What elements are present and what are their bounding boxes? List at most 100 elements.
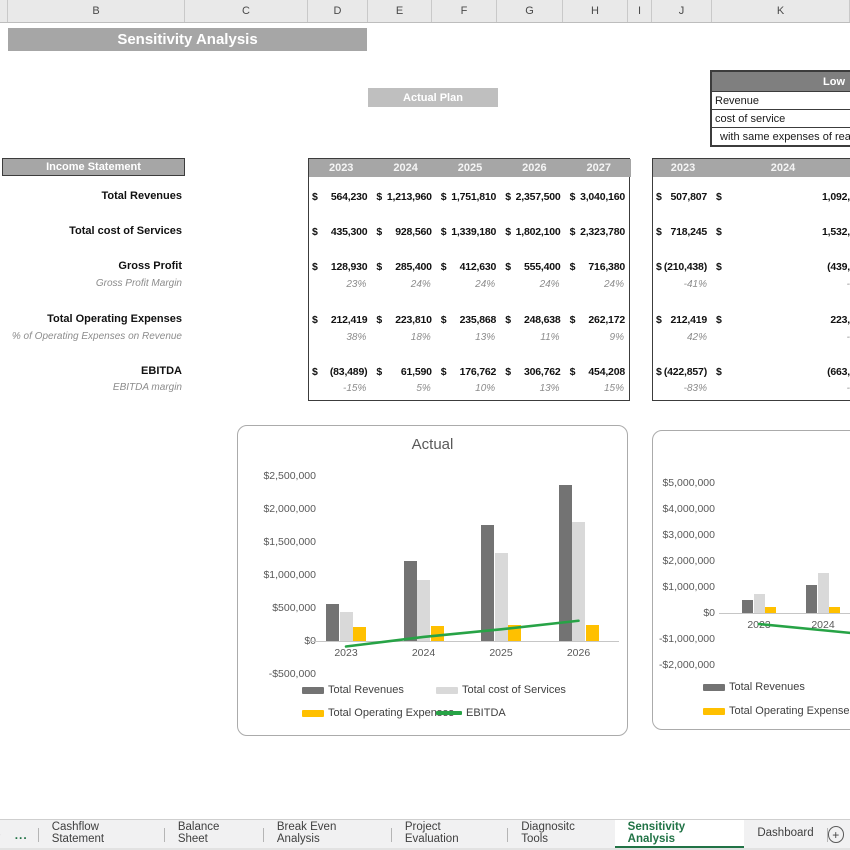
income-statement-row-label[interactable]: EBITDA: [0, 365, 182, 377]
tab-dashboard[interactable]: Dashboard: [744, 820, 826, 849]
income-statement-header[interactable]: Income Statement: [2, 158, 185, 176]
actual-margin-cell[interactable]: 11%: [502, 332, 559, 343]
low-margin-cell[interactable]: -: [713, 279, 850, 290]
actual-margin-cell[interactable]: 13%: [502, 383, 559, 394]
actual-margin-cell[interactable]: 38%: [309, 332, 366, 343]
actual-cell[interactable]: $716,380: [570, 261, 625, 273]
actual-cell[interactable]: $564,230: [312, 191, 367, 203]
column-header-H[interactable]: H: [563, 0, 628, 22]
actual-cell[interactable]: $1,751,810: [441, 191, 496, 203]
tab-balance-sheet[interactable]: Balance Sheet: [165, 820, 263, 849]
low-cell[interactable]: $223,: [716, 314, 850, 326]
actual-cell[interactable]: $61,590: [376, 366, 431, 378]
income-statement-row-label[interactable]: Total cost of Services: [0, 225, 182, 237]
column-header-F[interactable]: F: [432, 0, 497, 22]
actual-margin-cell[interactable]: 24%: [567, 279, 624, 290]
actual-cell[interactable]: $1,339,180: [441, 226, 496, 238]
column-header-D[interactable]: D: [308, 0, 368, 22]
low-cell[interactable]: $(663,: [716, 366, 850, 378]
actual-cell[interactable]: $128,930: [312, 261, 367, 273]
low-cell[interactable]: $1,532,: [716, 226, 850, 238]
cell-value: 1,532,: [822, 226, 850, 238]
column-header-sliver[interactable]: [0, 0, 8, 22]
tab-cashflow-statement[interactable]: Cashflow Statement: [39, 820, 164, 849]
actual-chart[interactable]: Actual$2,500,000$2,000,000$1,500,000$1,0…: [237, 425, 628, 736]
page-title[interactable]: Sensitivity Analysis: [8, 28, 367, 51]
actual-cell[interactable]: $1,802,100: [505, 226, 560, 238]
actual-margin-cell[interactable]: 24%: [373, 279, 430, 290]
income-statement-row-label[interactable]: EBITDA margin: [0, 382, 182, 393]
actual-margin-cell[interactable]: 23%: [309, 279, 366, 290]
actual-table[interactable]: 20232024202520262027$564,230$1,213,960$1…: [308, 158, 630, 401]
actual-cell[interactable]: $3,040,160: [570, 191, 625, 203]
add-sheet-button[interactable]: +: [828, 826, 844, 843]
actual-cell[interactable]: $248,638: [505, 314, 560, 326]
income-statement-row-label[interactable]: Gross Profit: [0, 260, 182, 272]
actual-cell[interactable]: $262,172: [570, 314, 625, 326]
actual-cell[interactable]: $2,323,780: [570, 226, 625, 238]
income-statement-row-label[interactable]: Gross Profit Margin: [0, 278, 182, 289]
actual-cell[interactable]: $412,630: [441, 261, 496, 273]
actual-cell[interactable]: $223,810: [376, 314, 431, 326]
actual-cell[interactable]: $1,213,960: [376, 191, 431, 203]
low-cell[interactable]: $1,092,: [716, 191, 850, 203]
actual-cell[interactable]: $2,357,500: [505, 191, 560, 203]
actual-cell[interactable]: $235,868: [441, 314, 496, 326]
low-margin-cell[interactable]: -: [713, 332, 850, 343]
actual-margin-cell[interactable]: 24%: [438, 279, 495, 290]
column-header-B[interactable]: B: [8, 0, 185, 22]
actual-cell[interactable]: $212,419: [312, 314, 367, 326]
actual-margin-cell[interactable]: 24%: [502, 279, 559, 290]
low-chart[interactable]: $5,000,000$4,000,000$3,000,000$2,000,000…: [652, 430, 850, 730]
actual-margin-cell[interactable]: 10%: [438, 383, 495, 394]
low-cell[interactable]: $507,807: [656, 191, 707, 203]
actual-margin-cell[interactable]: 13%: [438, 332, 495, 343]
actual-margin-cell[interactable]: 18%: [373, 332, 430, 343]
low-legend-item: Total Operating Expenses: [703, 705, 850, 717]
actual-plan-label[interactable]: Actual Plan: [368, 88, 498, 107]
column-header-E[interactable]: E: [368, 0, 432, 22]
actual-margin-cell[interactable]: 9%: [567, 332, 624, 343]
actual-cell[interactable]: $454,208: [570, 366, 625, 378]
actual-margin-cell[interactable]: 5%: [373, 383, 430, 394]
income-statement-row-label[interactable]: Total Revenues: [0, 190, 182, 202]
actual-cell[interactable]: $306,762: [505, 366, 560, 378]
actual-margin-cell[interactable]: 15%: [567, 383, 624, 394]
scenario-row[interactable]: cost of service: [712, 109, 850, 127]
scenario-row[interactable]: Revenue: [712, 91, 850, 109]
actual-cell[interactable]: $176,762: [441, 366, 496, 378]
actual-cell[interactable]: $(83,489): [312, 366, 367, 378]
tab-break-even-analysis[interactable]: Break Even Analysis: [264, 820, 391, 849]
column-header-C[interactable]: C: [185, 0, 308, 22]
column-header-I[interactable]: I: [628, 0, 652, 22]
low-cell[interactable]: $(422,857): [656, 366, 707, 378]
scenario-box[interactable]: Low Revenuecost of servicewith same expe…: [710, 70, 850, 147]
tab-overflow-button[interactable]: ...: [5, 820, 38, 849]
cell-value: (422,857): [664, 366, 707, 378]
actual-margin-cell[interactable]: -15%: [309, 383, 366, 394]
column-header-J[interactable]: J: [652, 0, 712, 22]
low-cell[interactable]: $718,245: [656, 226, 707, 238]
actual-cell[interactable]: $285,400: [376, 261, 431, 273]
actual-cell[interactable]: $928,560: [376, 226, 431, 238]
tab-diagnositc-tools[interactable]: Diagnositc Tools: [508, 820, 614, 849]
low-cell[interactable]: $212,419: [656, 314, 707, 326]
low-cell[interactable]: $(439,: [716, 261, 850, 273]
income-statement-row-label[interactable]: % of Operating Expenses on Revenue: [0, 331, 182, 342]
actual-year-header: 2025: [438, 159, 502, 177]
actual-cell[interactable]: $555,400: [505, 261, 560, 273]
low-cell[interactable]: $(210,438): [656, 261, 707, 273]
low-margin-cell[interactable]: -83%: [653, 383, 707, 394]
low-table[interactable]: 20232024$507,807$1,092,$718,245$1,532,$(…: [652, 158, 850, 401]
tab-project-evaluation[interactable]: Project Evaluation: [392, 820, 507, 849]
actual-cell[interactable]: $435,300: [312, 226, 367, 238]
column-header-G[interactable]: G: [497, 0, 563, 22]
scenario-row[interactable]: with same expenses of real p: [712, 127, 850, 145]
column-header-K[interactable]: K: [712, 0, 850, 22]
income-statement-row-label[interactable]: Total Operating Expenses: [0, 313, 182, 325]
low-margin-cell[interactable]: -: [713, 383, 850, 394]
cell-value: (83,489): [330, 366, 368, 378]
low-margin-cell[interactable]: -41%: [653, 279, 707, 290]
tab-sensitivity-analysis[interactable]: Sensitivity Analysis: [615, 820, 745, 849]
low-margin-cell[interactable]: 42%: [653, 332, 707, 343]
